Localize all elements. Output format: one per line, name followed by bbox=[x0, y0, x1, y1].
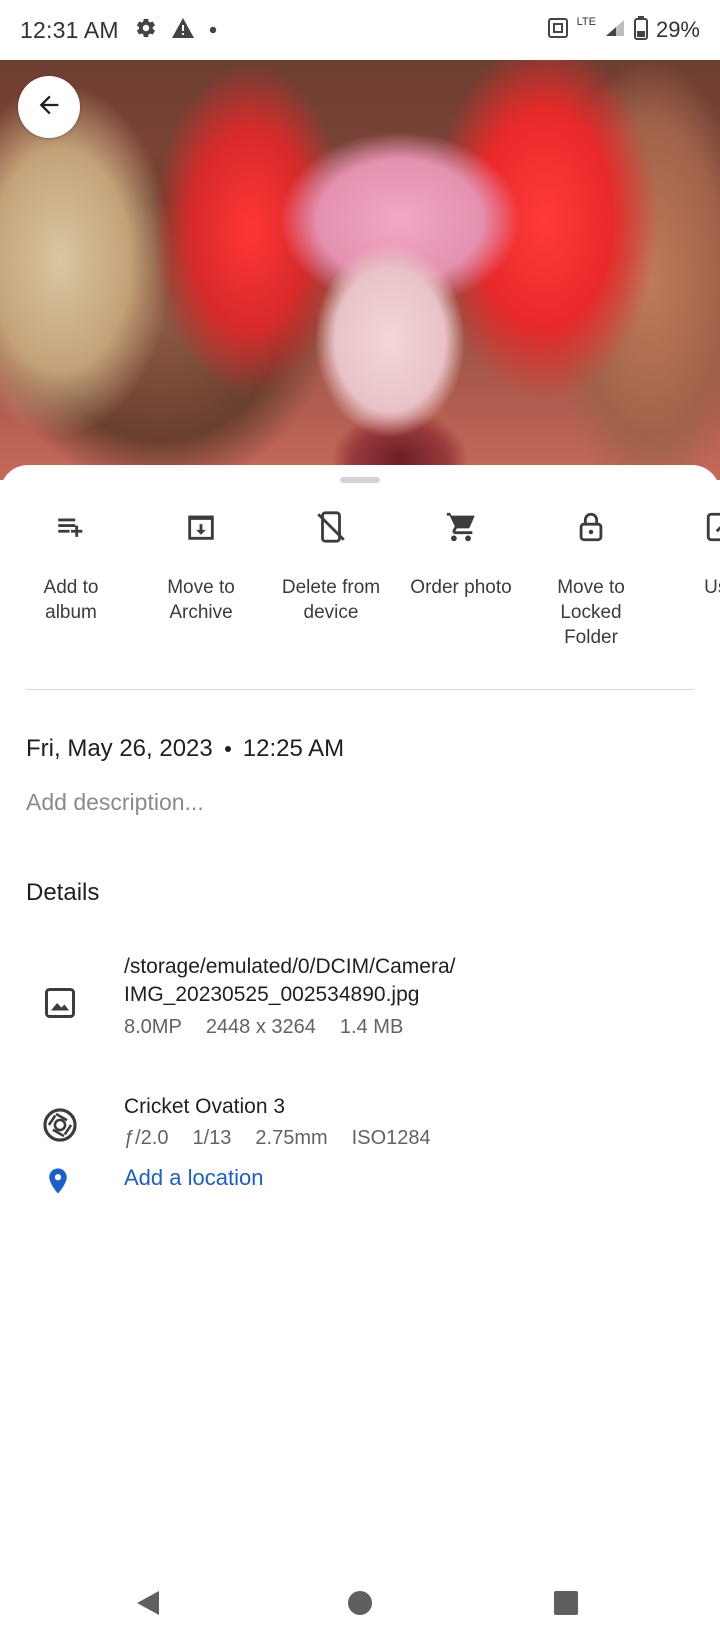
camera-focal-length: 2.75mm bbox=[255, 1127, 328, 1149]
battery-icon bbox=[633, 15, 648, 45]
details-heading: Details bbox=[26, 879, 100, 906]
cart-icon bbox=[441, 507, 481, 547]
add-to-album-label: Add to album bbox=[43, 577, 99, 623]
lock-icon bbox=[571, 507, 611, 547]
camera-shutter: 1/13 bbox=[192, 1127, 232, 1149]
add-location-row[interactable]: Add a location bbox=[0, 1161, 720, 1205]
add-to-album-button[interactable]: Add to album bbox=[6, 507, 136, 625]
use-as-button[interactable]: Use bbox=[656, 507, 720, 600]
nav-back-icon[interactable] bbox=[132, 1587, 164, 1619]
photo-preview[interactable] bbox=[0, 60, 720, 480]
file-info-row: /storage/emulated/0/DCIM/Camera/ IMG_202… bbox=[0, 953, 720, 1063]
settings-gear-icon bbox=[135, 17, 157, 44]
photo-date: Fri, May 26, 2023 bbox=[26, 735, 213, 762]
file-size: 1.4 MB bbox=[339, 1016, 404, 1038]
action-row: Add to album Move to Archive Delete from… bbox=[0, 465, 720, 665]
file-path: /storage/emulated/0/DCIM/Camera/ IMG_202… bbox=[124, 953, 455, 1009]
status-bar: 12:31 AM LTE 29% bbox=[0, 0, 720, 60]
file-meta: 8.0MP 2448 x 3264 1.4 MB bbox=[124, 1016, 403, 1039]
photo-time: 12:25 AM bbox=[242, 735, 345, 762]
nav-recents-icon[interactable] bbox=[550, 1587, 582, 1619]
move-to-archive-label: Move to Archive bbox=[167, 577, 235, 623]
delete-from-device-label: Delete from device bbox=[281, 577, 381, 623]
camera-model: Cricket Ovation 3 bbox=[124, 1095, 286, 1118]
order-photo-label: Order photo bbox=[410, 577, 512, 598]
back-button[interactable] bbox=[18, 76, 80, 138]
aperture-icon bbox=[40, 1105, 80, 1145]
file-megapixels: 8.0MP bbox=[124, 1016, 182, 1038]
warning-icon bbox=[171, 17, 195, 44]
separator-dot bbox=[224, 746, 231, 752]
archive-icon bbox=[181, 507, 221, 547]
move-to-locked-folder-button[interactable]: Move to Locked Folder bbox=[526, 507, 656, 650]
phone-off-icon bbox=[311, 507, 351, 547]
navigation-bar bbox=[0, 1565, 720, 1640]
date-time[interactable]: Fri, May 26, 2023 12:25 AM bbox=[26, 735, 344, 763]
location-pin-icon bbox=[38, 1161, 78, 1201]
add-location-link[interactable]: Add a location bbox=[124, 1165, 263, 1191]
move-to-archive-button[interactable]: Move to Archive bbox=[136, 507, 266, 625]
info-sheet: Add to album Move to Archive Delete from… bbox=[0, 465, 720, 1565]
playlist-add-icon bbox=[51, 507, 91, 547]
image-icon bbox=[40, 983, 80, 1023]
file-resolution: 2448 x 3264 bbox=[205, 1016, 316, 1038]
camera-iso: ISO1284 bbox=[351, 1127, 431, 1149]
camera-aperture: ƒ/2.0 bbox=[124, 1127, 169, 1149]
description-input[interactable] bbox=[26, 785, 686, 819]
camera-meta: ƒ/2.0 1/13 2.75mm ISO1284 bbox=[124, 1127, 431, 1150]
order-photo-button[interactable]: Order photo bbox=[396, 507, 526, 600]
battery-percent: 29% bbox=[655, 17, 700, 42]
use-as-label: Use bbox=[704, 577, 720, 598]
nav-home-icon[interactable] bbox=[344, 1587, 376, 1619]
delete-from-device-button[interactable]: Delete from device bbox=[266, 507, 396, 625]
lte-icon: LTE bbox=[576, 15, 596, 28]
file-path-line-1: /storage/emulated/0/DCIM/Camera/ bbox=[124, 955, 456, 978]
file-path-line-2: IMG_20230525_002534890.jpg bbox=[124, 983, 420, 1006]
edit-icon bbox=[701, 507, 720, 547]
move-to-locked-folder-label: Move to Locked Folder bbox=[557, 577, 625, 648]
nfc-icon bbox=[547, 17, 569, 44]
divider bbox=[26, 689, 694, 690]
signal-icon bbox=[604, 18, 626, 43]
notification-dot-icon bbox=[209, 21, 217, 39]
arrow-back-icon bbox=[35, 91, 63, 124]
status-time: 12:31 AM bbox=[20, 16, 119, 43]
